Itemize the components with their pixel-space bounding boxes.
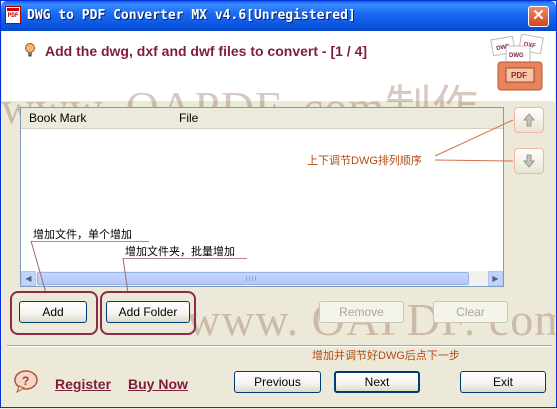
app-window: PDF DWG to PDF Converter MX v4.6[Unregis… xyxy=(0,0,557,408)
add-folder-button[interactable]: Add Folder xyxy=(106,301,190,323)
scroll-left-button[interactable]: ◀ xyxy=(21,271,36,286)
window-title: DWG to PDF Converter MX v4.6[Unregistere… xyxy=(27,8,356,23)
annotation-move-order: 上下调节DWG排列顺序 xyxy=(307,155,422,167)
add-button[interactable]: Add xyxy=(19,301,87,323)
file-list[interactable]: Book Mark File ◀ ▶ xyxy=(20,107,504,287)
next-button[interactable]: Next xyxy=(334,371,420,393)
chevron-left-icon: ◀ xyxy=(25,274,32,283)
column-header-file[interactable]: File xyxy=(179,111,198,125)
pdf-document-icon: PDF xyxy=(5,6,21,24)
close-button[interactable]: ✕ xyxy=(528,6,549,27)
move-down-button[interactable] xyxy=(514,148,544,174)
clear-button[interactable]: Clear xyxy=(433,301,508,323)
annotation-add-folder: 增加文件夹，批量增加 xyxy=(125,246,235,258)
move-up-button[interactable] xyxy=(514,107,544,133)
title-bar[interactable]: PDF DWG to PDF Converter MX v4.6[Unregis… xyxy=(1,1,556,31)
horizontal-scrollbar[interactable]: ◀ ▶ xyxy=(21,271,503,286)
scroll-thumb[interactable] xyxy=(37,272,469,285)
list-header: Book Mark File xyxy=(21,108,503,129)
dwg-pdf-logo: DWF DXF DWG PDF xyxy=(490,34,544,91)
lightbulb-icon xyxy=(25,43,35,57)
remove-button[interactable]: Remove xyxy=(319,301,404,323)
buy-now-link[interactable]: Buy Now xyxy=(128,376,188,392)
annotation-add-file-underline xyxy=(31,241,149,242)
chevron-right-icon: ▶ xyxy=(492,274,499,283)
exit-button[interactable]: Exit xyxy=(460,371,546,393)
logo-label-pdf: PDF xyxy=(511,71,527,80)
register-link[interactable]: Register xyxy=(55,376,111,392)
footer-divider xyxy=(7,345,552,347)
svg-text:?: ? xyxy=(22,374,29,388)
help-icon[interactable]: ? xyxy=(13,369,39,393)
wizard-header: Add the dwg, dxf and dwf files to conver… xyxy=(2,31,555,101)
grip-icon xyxy=(246,276,256,281)
arrow-down-icon xyxy=(523,154,535,168)
annotation-add-folder-underline xyxy=(123,258,247,259)
logo-label-dwg: DWG xyxy=(509,53,524,59)
arrow-up-icon xyxy=(523,113,535,127)
previous-button[interactable]: Previous xyxy=(234,371,321,393)
annotation-add-file: 增加文件，单个增加 xyxy=(33,229,132,241)
column-header-bookmark[interactable]: Book Mark xyxy=(29,111,86,125)
close-icon: ✕ xyxy=(532,7,545,24)
page-title: Add the dwg, dxf and dwf files to conver… xyxy=(45,43,368,59)
scroll-right-button[interactable]: ▶ xyxy=(488,271,503,286)
annotation-next-step: 增加并调节好DWG后点下一步 xyxy=(312,350,460,362)
